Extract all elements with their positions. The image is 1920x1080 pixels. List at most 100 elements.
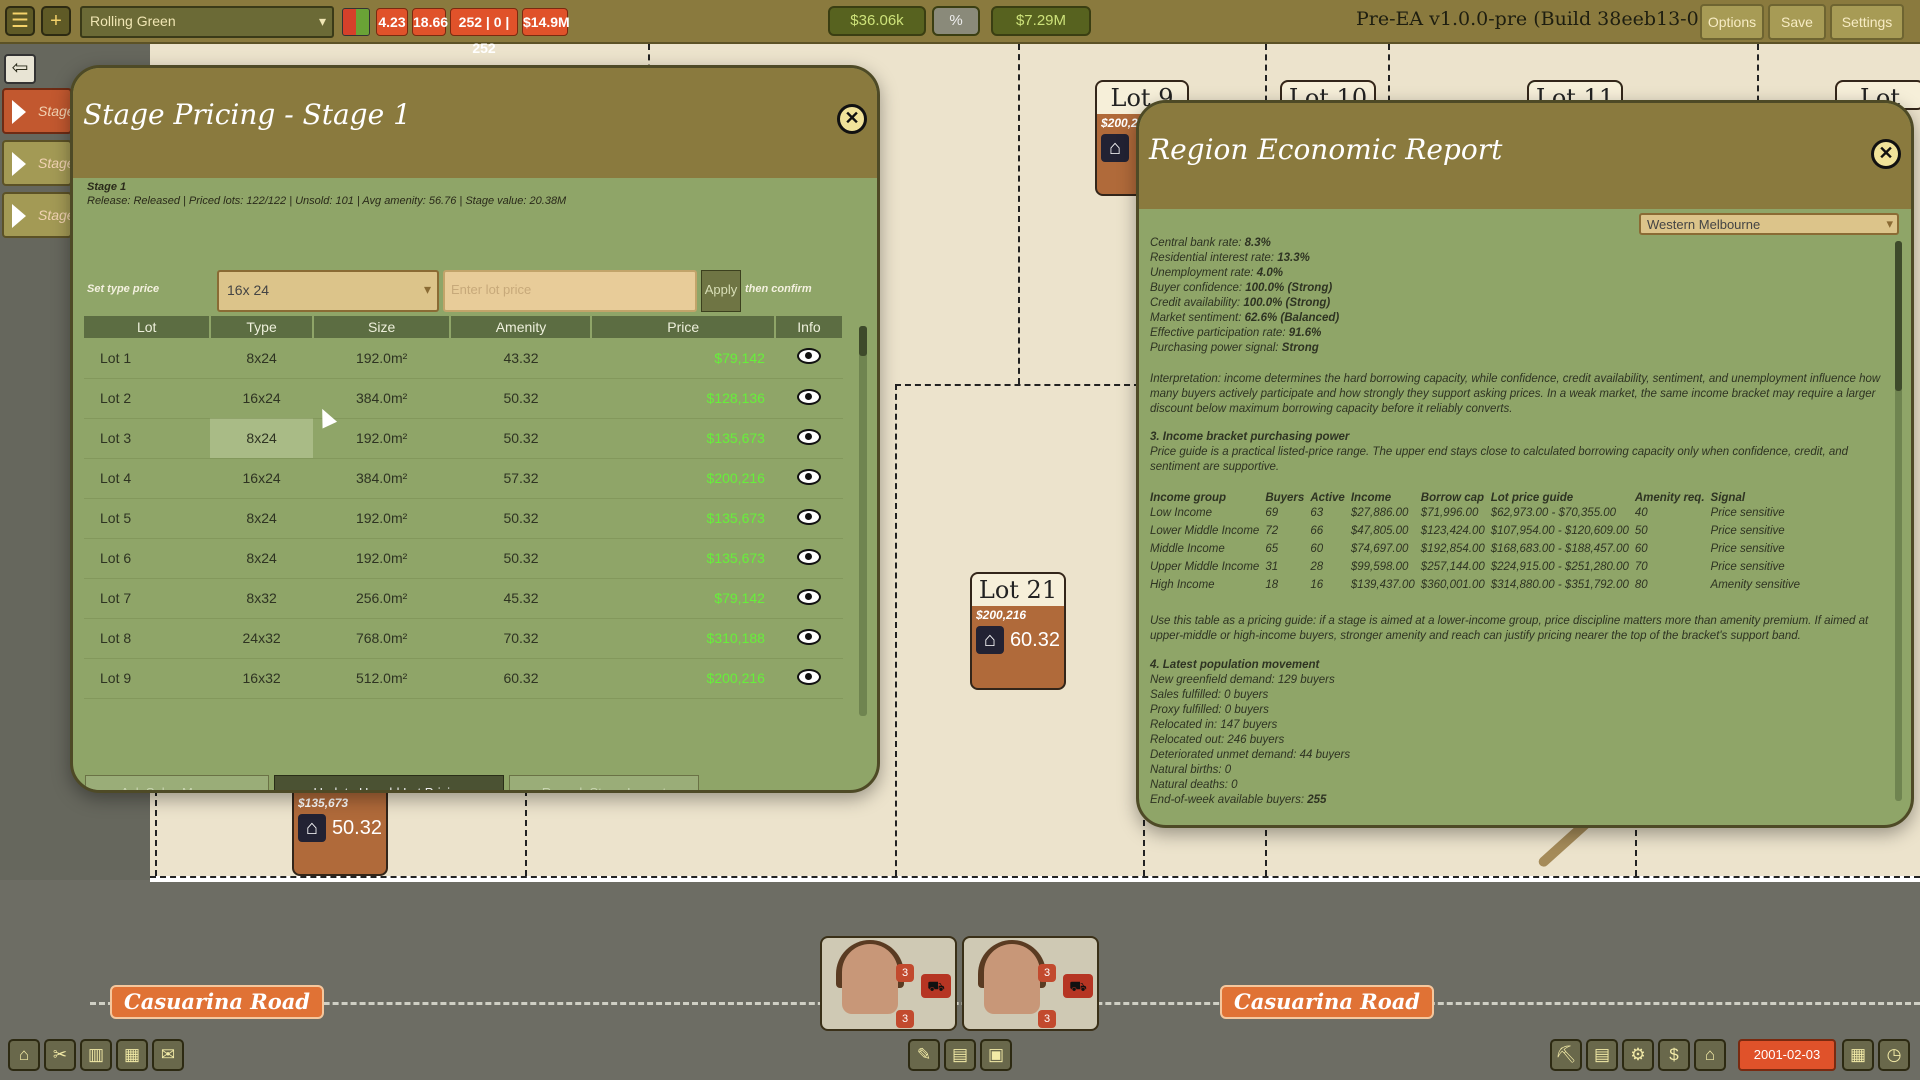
money-icon[interactable]: $ — [1658, 1039, 1690, 1071]
region-select[interactable]: Rolling Green ▾ — [80, 6, 334, 38]
table-row[interactable]: Lot 5 8x24 192.0m² 50.32 $135,673 — [84, 498, 843, 539]
indicator-label: Credit availability: — [1150, 297, 1244, 309]
available-label: End-of-week available buyers: — [1150, 794, 1308, 806]
table-row[interactable]: Lot 1 8x24 192.0m² 43.32 $79,142 — [84, 338, 843, 379]
close-icon[interactable]: ✕ — [1871, 139, 1901, 169]
table-row[interactable]: Lot 9 16x32 512.0m² 60.32 $200,216 — [84, 658, 843, 699]
col-price[interactable]: Price — [591, 316, 776, 338]
lot-price-input[interactable]: Enter lot price — [443, 270, 697, 312]
eye-icon[interactable] — [796, 468, 821, 485]
agent-portrait-2[interactable]: 3 3 ⛟ — [962, 936, 1099, 1031]
eye-icon[interactable] — [796, 388, 821, 405]
options-button[interactable]: Options — [1700, 4, 1764, 40]
house-icon: ⌂ — [976, 626, 1004, 654]
cell-size: 192.0m² — [312, 418, 451, 459]
building-icon[interactable]: ⌂ — [1694, 1039, 1726, 1071]
lot-card-21[interactable]: Lot 21 $200,216 ⌂ 60.32 — [970, 572, 1066, 690]
income-cell: $74,697.00 — [1350, 543, 1409, 555]
lot-boundary — [525, 790, 527, 876]
calendar-icon[interactable]: ▦ — [1842, 1039, 1874, 1071]
stage-tab-2[interactable]: Stage — [2, 140, 75, 186]
indicator-value: 62.6% (Balanced) — [1244, 312, 1340, 324]
save-button[interactable]: Save — [1768, 4, 1826, 40]
ask-sales-manager-button[interactable]: Ask Sales Manager — [85, 775, 269, 790]
income-cell: $71,996.00 — [1420, 507, 1479, 519]
truck-icon: ⛟ — [921, 974, 951, 998]
road-sign-left: Casuarina Road — [110, 985, 324, 1019]
grid-icon[interactable]: ▤ — [944, 1039, 976, 1071]
bank-icon[interactable]: ▥ — [80, 1039, 112, 1071]
stage-tab-3[interactable]: Stage — [2, 192, 75, 238]
scrollbar-thumb[interactable] — [1895, 241, 1902, 391]
zoning-color-icon[interactable] — [342, 8, 370, 36]
table-row[interactable]: Lot 6 8x24 192.0m² 50.32 $135,673 — [84, 538, 843, 579]
lot-card-bottom[interactable]: $135,673 ⌂ 50.32 — [292, 780, 388, 876]
cell-size: 768.0m² — [312, 618, 451, 659]
eye-icon[interactable] — [796, 628, 821, 645]
cell-amenity: 43.32 — [450, 338, 592, 379]
cell-price: $200,216 — [591, 658, 775, 699]
scrollbar-thumb[interactable] — [859, 326, 867, 356]
tools-icon[interactable]: ✂ — [44, 1039, 76, 1071]
settings-button[interactable]: Settings — [1830, 4, 1904, 40]
mail-icon[interactable]: ✉ — [152, 1039, 184, 1071]
update-unsold-pricing-button[interactable]: Update Unsold Lot Pricing — [274, 775, 504, 790]
stage-tab-1[interactable]: Stage — [2, 88, 75, 134]
eye-icon[interactable] — [796, 508, 821, 525]
eye-icon[interactable] — [796, 588, 821, 605]
table-row[interactable]: Lot 7 8x32 256.0m² 45.32 $79,142 — [84, 578, 843, 619]
gear-icon[interactable]: ⚙ — [1622, 1039, 1654, 1071]
document-icon[interactable]: ▤ — [1586, 1039, 1618, 1071]
movement-line: Relocated out: 246 buyers — [1150, 734, 1285, 746]
table-row[interactable]: Lot 3 8x24 192.0m² 50.32 $135,673 — [84, 418, 843, 459]
col-lot[interactable]: Lot — [84, 316, 212, 338]
apply-button[interactable]: Apply — [701, 270, 741, 312]
stage-pricing-panel: Stage Pricing - Stage 1 ✕ Stage 1 Releas… — [70, 65, 880, 793]
income-cell: Lower Middle Income — [1150, 525, 1260, 537]
table-row[interactable]: Lot 8 24x32 768.0m² 70.32 $310,188 — [84, 618, 843, 659]
cell-amenity: 57.32 — [450, 458, 592, 499]
eye-icon[interactable] — [796, 428, 821, 445]
report-scrollbar[interactable] — [1895, 241, 1902, 801]
col-size[interactable]: Size — [312, 316, 452, 338]
cell-size: 192.0m² — [312, 338, 451, 379]
eye-icon[interactable] — [796, 548, 821, 565]
indicator-line: Market sentiment: 62.6% (Balanced) — [1150, 311, 1890, 326]
clock-icon[interactable]: ◷ — [1878, 1039, 1910, 1071]
agent-portrait-1[interactable]: 3 3 ⛟ — [820, 936, 957, 1031]
lot-boundary — [155, 790, 157, 876]
chart-icon[interactable]: ▣ — [980, 1039, 1012, 1071]
house-icon: ⌂ — [298, 814, 326, 842]
close-icon[interactable]: ✕ — [837, 104, 867, 134]
percent-icon[interactable]: % — [932, 6, 980, 36]
cell-info — [774, 378, 843, 419]
cell-lot: Lot 7 — [84, 578, 211, 619]
type-select[interactable]: 16x 24 ▾ — [217, 270, 439, 312]
confirm-hint: then confirm — [745, 283, 812, 295]
indicator-label: Unemployment rate: — [1150, 267, 1257, 279]
menu-icon[interactable]: ☰ — [5, 6, 35, 36]
eye-icon[interactable] — [796, 668, 821, 685]
back-arrow-icon[interactable]: ⇦ — [4, 54, 36, 84]
col-type[interactable]: Type — [210, 316, 314, 338]
rework-stage-layout-button[interactable]: Rework Stage Layout — [509, 775, 699, 790]
col-info[interactable]: Info — [774, 316, 845, 338]
table-scrollbar[interactable] — [859, 326, 867, 716]
col-amenity[interactable]: Amenity — [450, 316, 593, 338]
home-icon[interactable]: ⌂ — [8, 1039, 40, 1071]
map-icon[interactable]: ▦ — [116, 1039, 148, 1071]
table-row[interactable]: Lot 2 16x24 384.0m² 50.32 $128,136 — [84, 378, 843, 419]
table-row[interactable]: Lot 4 16x24 384.0m² 57.32 $200,216 — [84, 458, 843, 499]
add-icon[interactable]: + — [41, 6, 71, 36]
panel-header: Region Economic Report ✕ — [1139, 103, 1911, 209]
pencil-icon[interactable]: ✎ — [908, 1039, 940, 1071]
income-row: Middle Income 65 60 $74,697.00 $192,854.00 $1… — [1150, 540, 1806, 558]
eye-icon[interactable] — [796, 348, 821, 365]
cell-lot: Lot 5 — [84, 498, 211, 539]
indicator-label: Market sentiment: — [1150, 312, 1245, 324]
cell-lot: Lot 9 — [84, 658, 211, 699]
income-cell: Price sensitive — [1710, 525, 1785, 537]
bulldozer-icon[interactable]: ⛏ — [1550, 1039, 1582, 1071]
cell-price: $79,142 — [591, 338, 775, 379]
region-report-select[interactable]: Western Melbourne ▾ — [1639, 213, 1899, 235]
